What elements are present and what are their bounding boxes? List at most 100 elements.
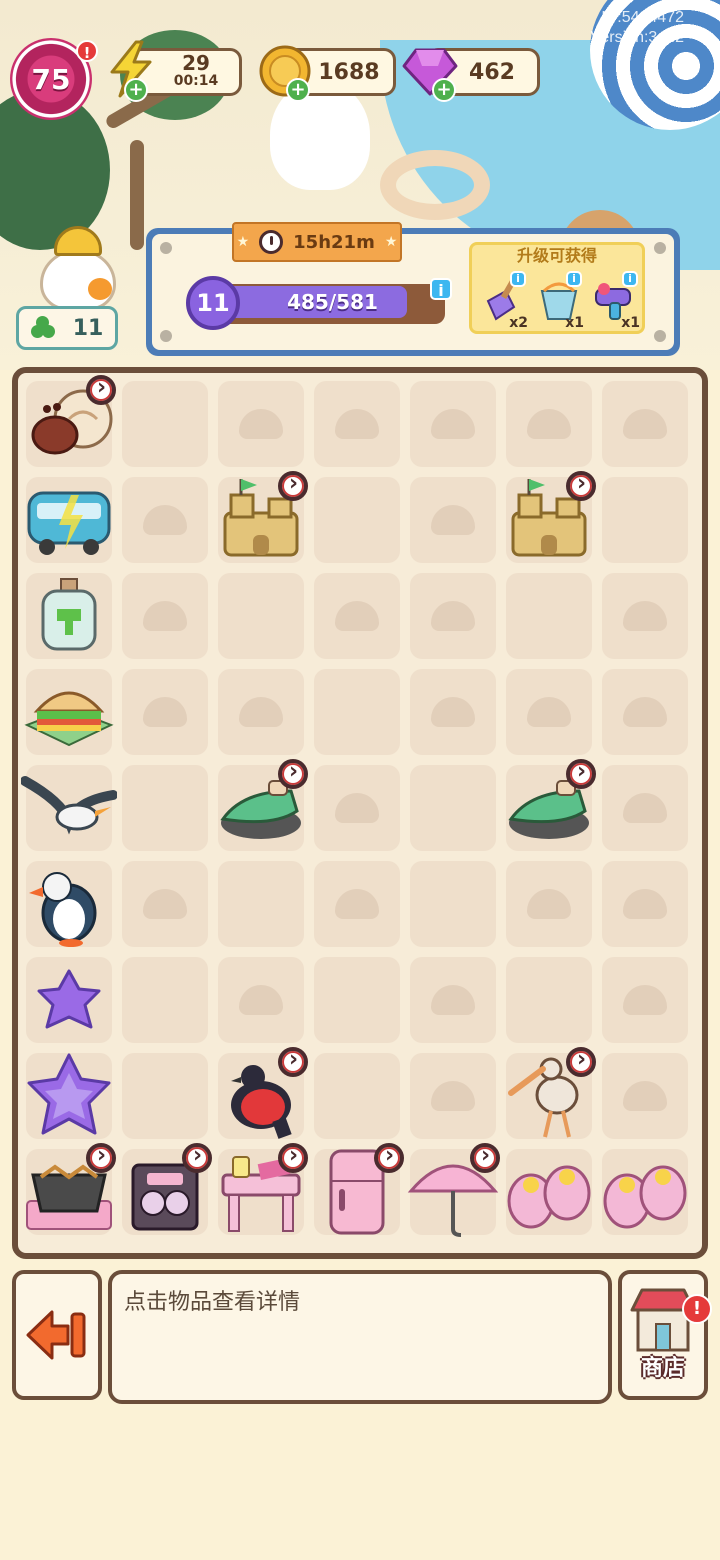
board-cell-empty[interactable] xyxy=(218,573,304,659)
producer-timer-icon xyxy=(86,375,116,405)
board-cell-empty[interactable] xyxy=(506,957,592,1043)
producer-timer-icon xyxy=(470,1143,500,1173)
upgrade-rewards-panel[interactable]: 升级可获得 i x2 i x1 i x1 xyxy=(469,242,645,334)
producer-timer-icon xyxy=(278,759,308,789)
shell-placeholder-icon xyxy=(431,505,475,535)
board-cell-locked[interactable] xyxy=(218,381,304,467)
board-cell-locked[interactable] xyxy=(602,573,688,659)
board-cell-empty[interactable] xyxy=(122,765,208,851)
board-cell-empty[interactable] xyxy=(314,477,400,563)
shell-placeholder-icon xyxy=(335,793,379,823)
flower-slippers-item[interactable] xyxy=(501,1145,597,1237)
shell-placeholder-icon xyxy=(623,1081,667,1111)
board-cell-locked[interactable] xyxy=(410,1053,496,1139)
board-cell-empty[interactable] xyxy=(506,573,592,659)
board-cell-empty[interactable] xyxy=(314,1053,400,1139)
board-cell-locked[interactable] xyxy=(602,1053,688,1139)
board-cell-locked[interactable] xyxy=(410,573,496,659)
branch-art-2 xyxy=(130,140,144,250)
board-cell-empty[interactable] xyxy=(410,861,496,947)
board-cell-locked[interactable] xyxy=(122,573,208,659)
board-cell-locked[interactable] xyxy=(314,381,400,467)
reward-info-button[interactable]: i xyxy=(566,271,582,287)
board-cell-empty[interactable] xyxy=(314,669,400,755)
shell-placeholder-icon xyxy=(623,409,667,439)
reward-water-gun[interactable]: i x1 xyxy=(590,271,642,331)
board-cell-empty[interactable] xyxy=(122,381,208,467)
reward-shovel[interactable]: i x2 xyxy=(478,271,530,331)
add-coins-button[interactable]: + xyxy=(286,78,310,102)
level-info-button[interactable]: i xyxy=(430,278,452,300)
board-cell-empty[interactable] xyxy=(218,861,304,947)
shell-placeholder-icon xyxy=(335,601,379,631)
shell-placeholder-icon xyxy=(623,985,667,1015)
board-cell-empty[interactable] xyxy=(410,765,496,851)
puffin-item[interactable] xyxy=(21,857,117,949)
shell-placeholder-icon xyxy=(527,889,571,919)
board-cell-locked[interactable] xyxy=(218,957,304,1043)
player-id: ID:5484472 xyxy=(601,9,684,26)
reward-info-button[interactable]: i xyxy=(510,271,526,287)
board-cell-locked[interactable] xyxy=(410,477,496,563)
shell-placeholder-icon xyxy=(623,601,667,631)
event-timer: 15h21m xyxy=(293,231,375,253)
reward-info-button[interactable]: i xyxy=(622,271,638,287)
star-level-badge: 11 xyxy=(186,276,240,330)
board-cell-locked[interactable] xyxy=(506,861,592,947)
gems-value: 462 xyxy=(469,59,515,85)
bottle-item[interactable] xyxy=(21,569,117,661)
board-cell-locked[interactable] xyxy=(410,669,496,755)
board-cell-locked[interactable] xyxy=(122,477,208,563)
producer-timer-icon xyxy=(182,1143,212,1173)
board-cell-empty[interactable] xyxy=(314,957,400,1043)
shop-button[interactable]: 商店 xyxy=(618,1270,708,1400)
board-cell-locked[interactable] xyxy=(602,957,688,1043)
flower-slippers-item[interactable] xyxy=(597,1145,693,1237)
producer-timer-icon xyxy=(566,1047,596,1077)
shell-placeholder-icon xyxy=(431,697,475,727)
purple-star-small-item[interactable] xyxy=(21,953,117,1045)
shell-placeholder-icon xyxy=(239,409,283,439)
board-cell-locked[interactable] xyxy=(410,381,496,467)
board-cell-empty[interactable] xyxy=(122,957,208,1043)
board-cell-locked[interactable] xyxy=(122,861,208,947)
board-cell-locked[interactable] xyxy=(218,669,304,755)
board-cell-locked[interactable] xyxy=(506,669,592,755)
purple-star-large-item[interactable] xyxy=(21,1049,117,1141)
sandwich-item[interactable] xyxy=(21,665,117,757)
merge-board xyxy=(12,367,708,1259)
board-cell-locked[interactable] xyxy=(602,381,688,467)
board-cell-locked[interactable] xyxy=(122,669,208,755)
workers-counter[interactable]: 11 xyxy=(16,306,118,350)
shell-placeholder-icon xyxy=(623,793,667,823)
board-cell-locked[interactable] xyxy=(602,861,688,947)
worker-duck-avatar[interactable] xyxy=(18,226,118,310)
shell-placeholder-icon xyxy=(143,697,187,727)
board-cell-locked[interactable] xyxy=(602,669,688,755)
producer-timer-icon xyxy=(278,471,308,501)
board-cell-locked[interactable] xyxy=(602,765,688,851)
producer-timer-icon xyxy=(278,1143,308,1173)
producer-timer-icon xyxy=(278,1047,308,1077)
add-energy-button[interactable]: + xyxy=(124,78,148,102)
shell-placeholder-icon xyxy=(623,889,667,919)
board-cell-empty[interactable] xyxy=(602,477,688,563)
version-text: Version:3.0.2 xyxy=(590,29,684,46)
reward-qty: x2 xyxy=(509,315,528,331)
beach-bus-item[interactable] xyxy=(21,473,117,565)
seagull-item[interactable] xyxy=(20,761,118,853)
shell-placeholder-icon xyxy=(431,985,475,1015)
exit-button[interactable] xyxy=(12,1270,102,1400)
board-cell-empty[interactable] xyxy=(122,1053,208,1139)
energy-timer: 00:14 xyxy=(173,73,219,89)
board-cell-locked[interactable] xyxy=(506,381,592,467)
xp-text: 485/581 xyxy=(287,290,378,314)
producer-timer-icon xyxy=(566,759,596,789)
add-gems-button[interactable]: + xyxy=(432,78,456,102)
board-cell-locked[interactable] xyxy=(314,861,400,947)
board-cell-locked[interactable] xyxy=(314,573,400,659)
board-cell-locked[interactable] xyxy=(410,957,496,1043)
board-cell-locked[interactable] xyxy=(314,765,400,851)
reward-title: 升级可获得 xyxy=(516,246,597,265)
reward-sand-bucket[interactable]: i x1 xyxy=(534,271,586,331)
